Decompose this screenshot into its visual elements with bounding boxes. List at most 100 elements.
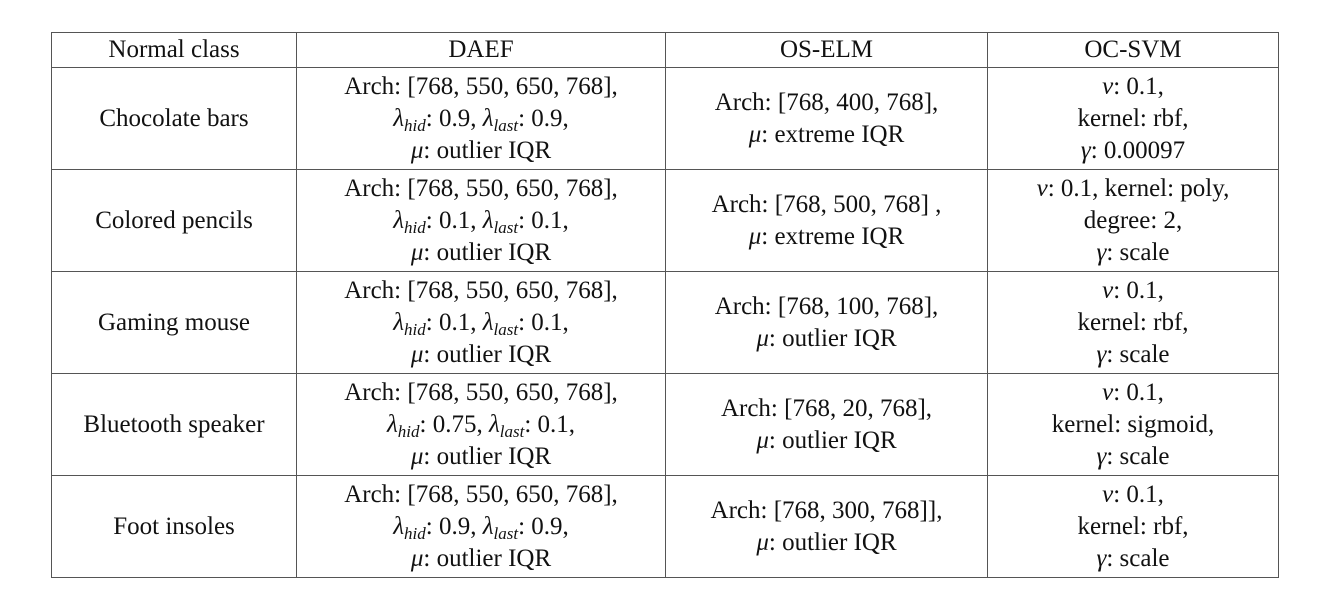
normal-class-label: Bluetooth speaker: [83, 410, 265, 438]
lambda-last-value: : 0.1,: [518, 206, 569, 234]
oc-svm-line: kernel: rbf,: [992, 307, 1274, 339]
last-subscript: last: [499, 421, 525, 441]
lambda-symbol: λ: [482, 512, 494, 540]
os-elm-arch: Arch: [768, 300, 768]],: [710, 496, 943, 524]
os-elm-cell: Arch: [768, 100, 768], μ: outlier IQR: [665, 271, 988, 374]
param-symbol: ν: [1102, 480, 1114, 508]
param-symbol: γ: [1096, 340, 1107, 368]
oc-svm-line: ν: 0.1, kernel: poly,: [992, 173, 1274, 205]
hyperparameter-table: Normal class DAEF OS-ELM OC-SVM Chocolat…: [51, 32, 1279, 578]
lambda-symbol: λ: [393, 512, 405, 540]
daef-arch: Arch: [768, 550, 650, 768],: [344, 72, 618, 100]
header-oc-svm: OC-SVM: [987, 32, 1279, 68]
mu-value: : outlier IQR: [423, 442, 552, 470]
oc-svm-line: ν: 0.1,: [992, 71, 1274, 103]
oc-svm-line: γ: scale: [992, 543, 1274, 575]
mu-value: : outlier IQR: [768, 528, 897, 556]
lambda-last-value: : 0.9,: [518, 104, 569, 132]
mu-symbol: μ: [410, 544, 424, 572]
mu-symbol: μ: [410, 340, 424, 368]
lambda-symbol: λ: [482, 206, 494, 234]
table-row: Chocolate bars Arch: [768, 550, 650, 768…: [51, 67, 1279, 170]
lambda-hid-value: : 0.1,: [425, 308, 483, 336]
mu-value: : outlier IQR: [768, 324, 897, 352]
oc-svm-cell: ν: 0.1, kernel: rbf, γ: scale: [987, 271, 1279, 374]
oc-svm-cell: ν: 0.1, kernel: rbf, γ: 0.00097: [987, 67, 1279, 170]
param-text: kernel: rbf,: [1077, 104, 1189, 132]
mu-value: : outlier IQR: [423, 340, 552, 368]
table-row: Gaming mouse Arch: [768, 550, 650, 768],…: [51, 271, 1279, 374]
normal-class-cell: Foot insoles: [51, 475, 297, 578]
param-text: kernel: rbf,: [1077, 308, 1189, 336]
lambda-symbol: λ: [386, 410, 398, 438]
normal-class-cell: Colored pencils: [51, 169, 297, 272]
param-symbol: ν: [1102, 72, 1114, 100]
daef-mu: μ: outlier IQR: [301, 339, 661, 371]
os-elm-cell: Arch: [768, 500, 768] , μ: extreme IQR: [665, 169, 988, 272]
lambda-last-value: : 0.9,: [518, 512, 569, 540]
param-text: : scale: [1106, 340, 1170, 368]
normal-class-label: Colored pencils: [95, 206, 253, 234]
daef-mu: μ: outlier IQR: [301, 441, 661, 473]
daef-mu: μ: outlier IQR: [301, 543, 661, 575]
mu-value: : extreme IQR: [761, 120, 905, 148]
daef-cell: Arch: [768, 550, 650, 768], λhid: 0.9, λ…: [296, 67, 666, 170]
os-elm-cell: Arch: [768, 20, 768], μ: outlier IQR: [665, 373, 988, 476]
normal-class-label: Gaming mouse: [97, 308, 251, 336]
param-text: degree: 2,: [1083, 206, 1183, 234]
normal-class-cell: Bluetooth speaker: [51, 373, 297, 476]
table-row: Foot insoles Arch: [768, 550, 650, 768],…: [51, 475, 1279, 578]
hid-subscript: hid: [404, 115, 426, 135]
table-body: Chocolate bars Arch: [768, 550, 650, 768…: [51, 67, 1279, 578]
param-text: : 0.1,: [1113, 378, 1164, 406]
param-text: : 0.1, kernel: poly,: [1047, 174, 1230, 202]
param-symbol: γ: [1096, 238, 1107, 266]
oc-svm-line: ν: 0.1,: [992, 377, 1274, 409]
daef-cell: Arch: [768, 550, 650, 768], λhid: 0.1, λ…: [296, 169, 666, 272]
daef-mu: μ: outlier IQR: [301, 135, 661, 167]
mu-value: : outlier IQR: [423, 238, 552, 266]
daef-mu: μ: outlier IQR: [301, 237, 661, 269]
hid-subscript: hid: [404, 523, 426, 543]
lambda-symbol: λ: [393, 308, 405, 336]
oc-svm-cell: ν: 0.1, kernel: sigmoid, γ: scale: [987, 373, 1279, 476]
oc-svm-line: γ: scale: [992, 237, 1274, 269]
daef-arch: Arch: [768, 550, 650, 768],: [344, 174, 618, 202]
daef-cell: Arch: [768, 550, 650, 768], λhid: 0.9, λ…: [296, 475, 666, 578]
mu-symbol: μ: [410, 136, 424, 164]
param-text: : scale: [1106, 238, 1170, 266]
daef-arch: Arch: [768, 550, 650, 768],: [344, 480, 618, 508]
header-normal-class: Normal class: [51, 32, 297, 68]
param-symbol: γ: [1080, 136, 1091, 164]
mu-symbol: μ: [756, 324, 769, 352]
daef-lambdas: λhid: 0.1, λlast: 0.1,: [301, 307, 661, 339]
lambda-symbol: λ: [482, 104, 494, 132]
lambda-last-value: : 0.1,: [518, 308, 569, 336]
daef-arch: Arch: [768, 550, 650, 768],: [344, 378, 618, 406]
table-header: Normal class DAEF OS-ELM OC-SVM: [51, 32, 1279, 68]
param-text: : scale: [1106, 442, 1170, 470]
normal-class-cell: Gaming mouse: [51, 271, 297, 374]
param-text: kernel: rbf,: [1077, 512, 1189, 540]
param-symbol: γ: [1096, 442, 1107, 470]
lambda-hid-value: : 0.75,: [419, 410, 489, 438]
oc-svm-line: degree: 2,: [992, 205, 1274, 237]
mu-symbol: μ: [756, 426, 769, 454]
os-elm-arch: Arch: [768, 500, 768] ,: [711, 190, 942, 218]
mu-symbol: μ: [756, 528, 769, 556]
hid-subscript: hid: [397, 421, 420, 441]
normal-class-label: Foot insoles: [113, 512, 235, 540]
mu-value: : outlier IQR: [423, 136, 552, 164]
param-text: kernel: sigmoid,: [1051, 410, 1215, 438]
mu-symbol: μ: [748, 222, 762, 250]
daef-cell: Arch: [768, 550, 650, 768], λhid: 0.75, …: [296, 373, 666, 476]
lambda-symbol: λ: [393, 206, 405, 234]
oc-svm-line: γ: scale: [992, 441, 1274, 473]
last-subscript: last: [493, 319, 519, 339]
param-text: : 0.1,: [1113, 276, 1164, 304]
lambda-hid-value: : 0.9,: [425, 104, 483, 132]
os-elm-arch: Arch: [768, 400, 768],: [714, 88, 939, 116]
table-row: Bluetooth speaker Arch: [768, 550, 650, …: [51, 373, 1279, 476]
mu-value: : outlier IQR: [768, 426, 897, 454]
oc-svm-line: γ: scale: [992, 339, 1274, 371]
